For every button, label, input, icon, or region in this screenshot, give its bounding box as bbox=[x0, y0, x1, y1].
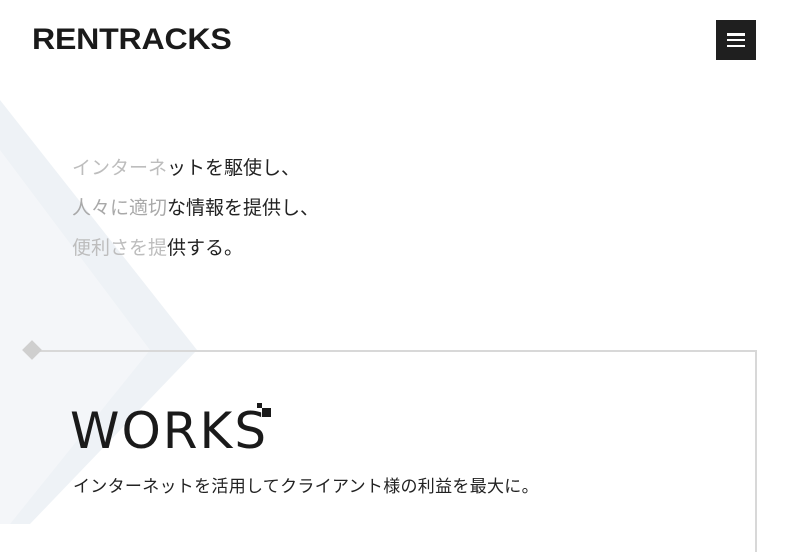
hamburger-menu-icon bbox=[727, 33, 745, 47]
works-subtitle: インターネットを活用してクライアント様の利益を最大に。 bbox=[73, 477, 539, 497]
tagline: インターネットを駆使し、 人々に適切な情報を提供し、 便利さを提供する。 bbox=[72, 148, 319, 268]
tagline-line-3: 便利さを提供する。 bbox=[72, 237, 244, 259]
decorative-square-icon bbox=[262, 408, 271, 417]
rentracks-logo[interactable]: RENTRACKS bbox=[32, 22, 232, 58]
tagline-line-2: 人々に適切な情報を提供し、 bbox=[72, 197, 320, 219]
tagline-line-1: インターネットを駆使し、 bbox=[72, 157, 301, 179]
menu-button[interactable] bbox=[716, 20, 756, 60]
works-title: WORKS bbox=[70, 402, 269, 460]
